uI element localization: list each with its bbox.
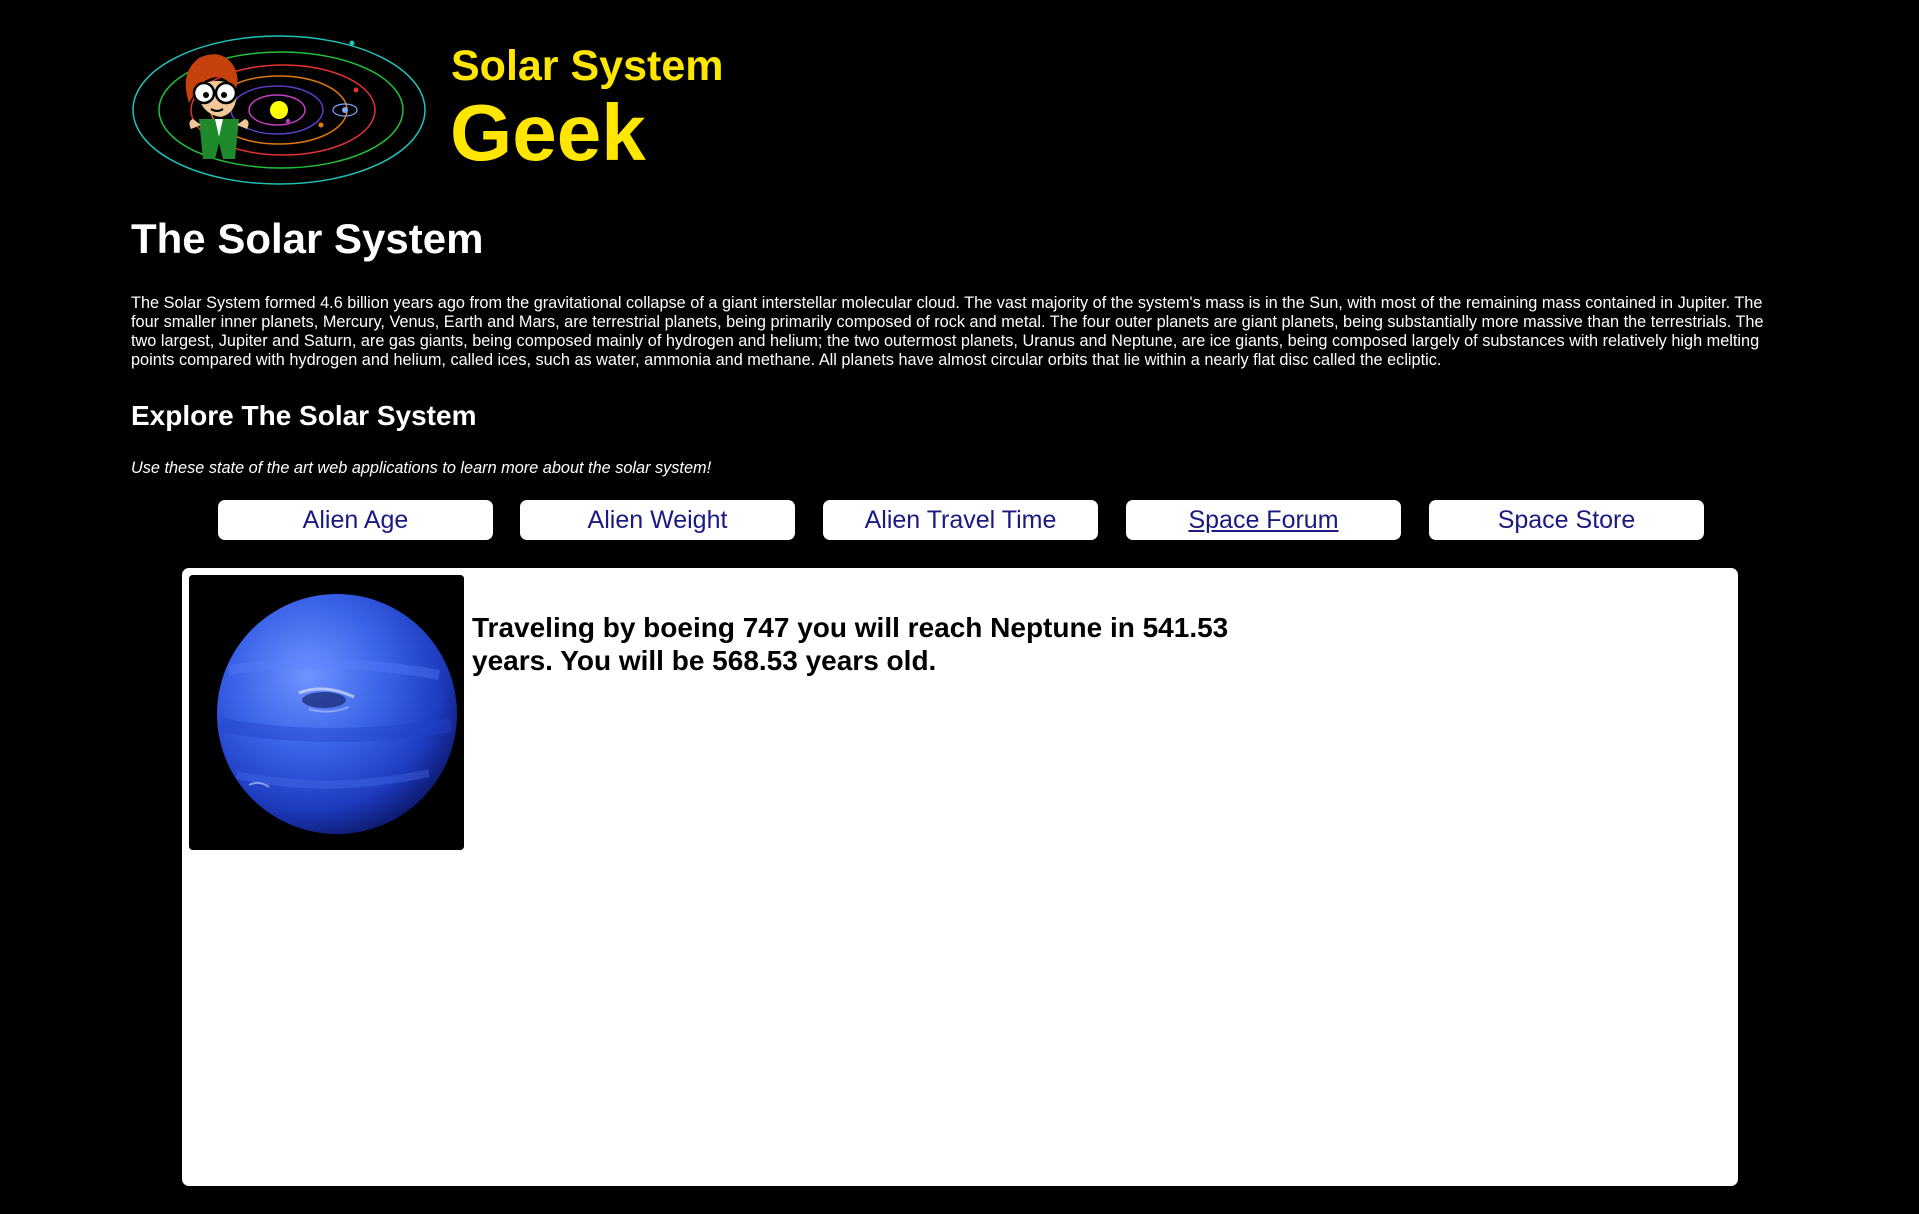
nav-space-store-button[interactable]: Space Store	[1429, 500, 1704, 540]
nav-alien-travel-time-button[interactable]: Alien Travel Time	[823, 500, 1098, 540]
app-nav: Alien Age Alien Weight Alien Travel Time…	[218, 500, 1704, 540]
nav-alien-age-button[interactable]: Alien Age	[218, 500, 493, 540]
nav-alien-weight-button[interactable]: Alien Weight	[520, 500, 795, 540]
brand-title-line1: Solar System	[451, 42, 724, 90]
neptune-planet-image	[189, 575, 464, 850]
travel-result-text: Traveling by boeing 747 you will reach N…	[472, 612, 1229, 676]
explore-heading: Explore The Solar System	[131, 400, 477, 431]
solar-system-geek-logo-icon[interactable]	[131, 33, 427, 188]
page: Solar System Geek The Solar System The S…	[0, 0, 1919, 1214]
site-header: Solar System Geek	[131, 33, 831, 188]
brand-title-line2: Geek	[450, 88, 646, 177]
nav-space-forum-button[interactable]: Space Forum	[1126, 500, 1401, 540]
neptune-planet-icon	[189, 575, 464, 850]
intro-paragraph: The Solar System formed 4.6 billion year…	[131, 294, 1764, 369]
result-panel: Traveling by boeing 747 you will reach N…	[182, 568, 1738, 1186]
page-title: The Solar System	[131, 215, 484, 262]
explore-subtitle: Use these state of the art web applicati…	[131, 459, 712, 477]
